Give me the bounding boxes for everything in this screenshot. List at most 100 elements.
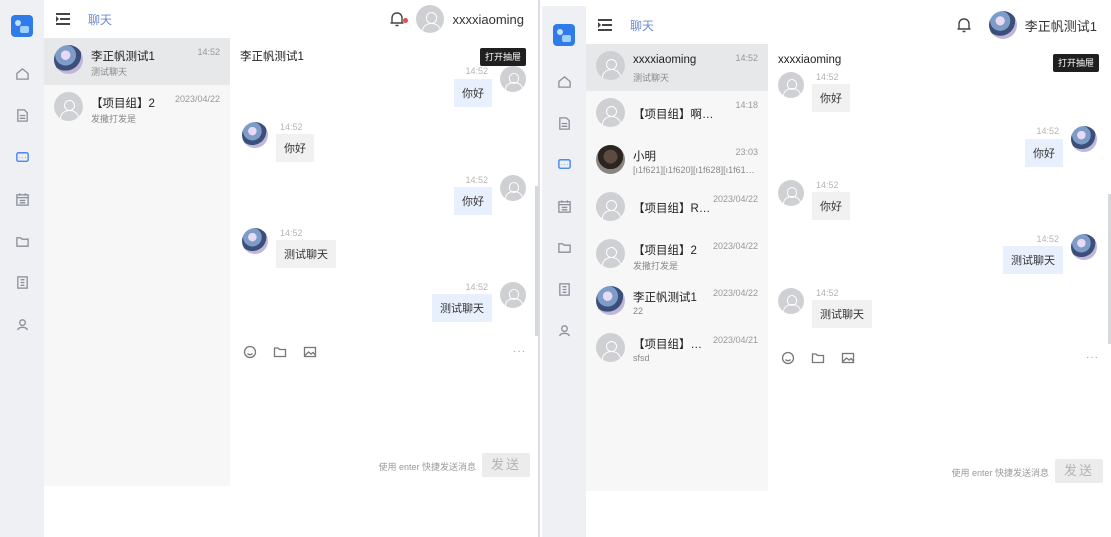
chat-icon[interactable] <box>12 147 32 167</box>
chat-panel: xxxxiaoming 打开抽屉 14:52 你好 14:52 你好 14:52… <box>768 44 1111 491</box>
header-user-name[interactable]: 李正帆测试1 <box>1025 16 1097 35</box>
conversation-time: 2023/04/22 <box>712 241 758 251</box>
bell-icon[interactable] <box>388 10 409 28</box>
top-header: 聊天 李正帆测试1 <box>586 6 1111 44</box>
message-row: 14:52 测试聊天 <box>768 288 1111 338</box>
app-logo-icon[interactable] <box>553 24 575 46</box>
open-drawer-button[interactable]: 打开抽屉 <box>479 48 526 66</box>
conversation-preview: 22 <box>633 306 644 316</box>
bell-icon[interactable] <box>955 16 973 34</box>
notebook-icon[interactable] <box>554 279 574 299</box>
message-bubble: 你好 <box>812 192 850 220</box>
conversation-time: 2023/04/22 <box>712 288 758 298</box>
input-toolbar <box>780 350 870 366</box>
user-icon[interactable] <box>12 314 32 334</box>
more-icon[interactable]: ··· <box>1086 352 1099 363</box>
conversation-time: 14:52 <box>197 47 220 57</box>
conversation-name: 【项目组】啊啊撒 <box>633 109 723 121</box>
message-time: 14:52 <box>816 288 839 298</box>
message-time: 14:52 <box>280 122 303 132</box>
conversation-item[interactable]: 李正帆测试1 测试聊天 14:52 <box>44 38 230 85</box>
conversation-name: 李正帆测试1 <box>633 292 697 304</box>
message-bubble: 测试聊天 <box>276 240 336 268</box>
conversation-preview: 测试聊天 <box>91 67 128 77</box>
avatar[interactable] <box>988 11 1017 39</box>
open-drawer-button[interactable]: 打开抽屉 <box>1052 54 1099 72</box>
chat-icon[interactable] <box>554 154 574 174</box>
avatar <box>242 122 268 148</box>
conversation-item[interactable]: 小明 [ı1f621][ı1f620][ı1f628][ı1f618... 23… <box>586 138 768 185</box>
message-time: 14:52 <box>1036 126 1059 136</box>
message-time: 14:52 <box>816 72 839 82</box>
avatar <box>596 145 625 174</box>
avatar <box>1071 234 1097 260</box>
conversation-time: 14:18 <box>735 100 758 110</box>
emoji-icon[interactable] <box>242 344 258 360</box>
chat-panel: 李正帆测试1 打开抽屉 14:52 你好 14:52 你好 14:52 你好 1… <box>230 38 538 486</box>
avatar <box>54 92 83 121</box>
avatar <box>596 51 625 80</box>
avatar <box>1071 126 1097 152</box>
document-icon[interactable] <box>12 105 32 125</box>
conversation-item[interactable]: 【项目组】RNG 2023/04/22 <box>586 185 768 232</box>
image-icon[interactable] <box>302 344 318 360</box>
message-row: 14:52 你好 <box>768 72 1111 116</box>
header-title: 聊天 <box>88 12 113 27</box>
message-time: 14:52 <box>816 180 839 190</box>
message-row: 14:52 你好 <box>230 175 538 225</box>
conversation-item[interactable]: 【项目组】2 发撒打发是 2023/04/22 <box>586 232 768 279</box>
conversation-time: 2023/04/22 <box>712 194 758 204</box>
header-user-name[interactable]: xxxxiaoming <box>452 12 524 27</box>
user-icon[interactable] <box>554 320 574 340</box>
conversation-item[interactable]: 李正帆测试1 22 2023/04/22 <box>586 279 768 326</box>
sidebar <box>542 6 586 537</box>
conversation-name: 【项目组】啊... <box>633 339 711 351</box>
conversation-time: 14:52 <box>735 53 758 63</box>
left-window: 聊天 xxxxiaoming 李正帆测试1 测试聊天 14:52 【项目组】2 … <box>0 0 540 537</box>
calendar-icon[interactable] <box>12 189 32 209</box>
message-bubble: 你好 <box>1025 139 1063 167</box>
image-icon[interactable] <box>840 350 856 366</box>
message-bubble: 你好 <box>454 79 492 107</box>
app-logo-icon[interactable] <box>11 15 33 37</box>
conversation-preview: 测试聊天 <box>633 73 670 83</box>
menu-collapse-icon[interactable] <box>56 13 70 25</box>
input-hint: 使用 enter 快捷发送消息 <box>951 468 1049 478</box>
conversation-item[interactable]: 【项目组】啊... sfsd 2023/04/21 <box>586 326 768 373</box>
message-time: 14:52 <box>465 66 488 76</box>
calendar-icon[interactable] <box>554 196 574 216</box>
conversation-name: 【项目组】2 <box>91 98 155 110</box>
home-icon[interactable] <box>12 63 32 83</box>
folder-icon[interactable] <box>554 237 574 257</box>
folder-icon[interactable] <box>272 344 288 360</box>
message-time: 14:52 <box>465 175 488 185</box>
document-icon[interactable] <box>554 113 574 133</box>
send-button[interactable]: 发送 <box>482 453 530 477</box>
conversation-item[interactable]: 【项目组】2 发撒打发是 2023/04/22 <box>44 85 230 132</box>
menu-collapse-icon[interactable] <box>598 19 612 31</box>
avatar <box>500 282 526 308</box>
avatar <box>778 288 804 314</box>
home-icon[interactable] <box>554 71 574 91</box>
avatar <box>778 180 804 206</box>
conversation-list: xxxxiaoming 测试聊天 14:52 【项目组】啊啊撒 14:18 小明… <box>586 44 768 491</box>
avatar[interactable] <box>416 5 445 33</box>
conversation-list: 李正帆测试1 测试聊天 14:52 【项目组】2 发撒打发是 2023/04/2… <box>44 38 230 486</box>
message-time: 14:52 <box>280 228 303 238</box>
conversation-item[interactable]: 【项目组】啊啊撒 14:18 <box>586 91 768 138</box>
avatar <box>54 45 83 74</box>
message-row: 14:52 测试聊天 <box>768 234 1111 284</box>
folder-icon[interactable] <box>810 350 826 366</box>
conversation-item[interactable]: xxxxiaoming 测试聊天 14:52 <box>586 44 768 91</box>
send-button[interactable]: 发送 <box>1055 459 1103 483</box>
conversation-preview: 发撒打发是 <box>91 114 137 124</box>
avatar <box>778 72 804 98</box>
conversation-name: xxxxiaoming <box>633 54 697 66</box>
more-icon[interactable]: ··· <box>513 346 526 357</box>
folder-icon[interactable] <box>12 231 32 251</box>
sidebar <box>0 0 44 537</box>
message-time: 14:52 <box>465 282 488 292</box>
conversation-name: 小明 <box>633 151 656 163</box>
notebook-icon[interactable] <box>12 272 32 292</box>
emoji-icon[interactable] <box>780 350 796 366</box>
